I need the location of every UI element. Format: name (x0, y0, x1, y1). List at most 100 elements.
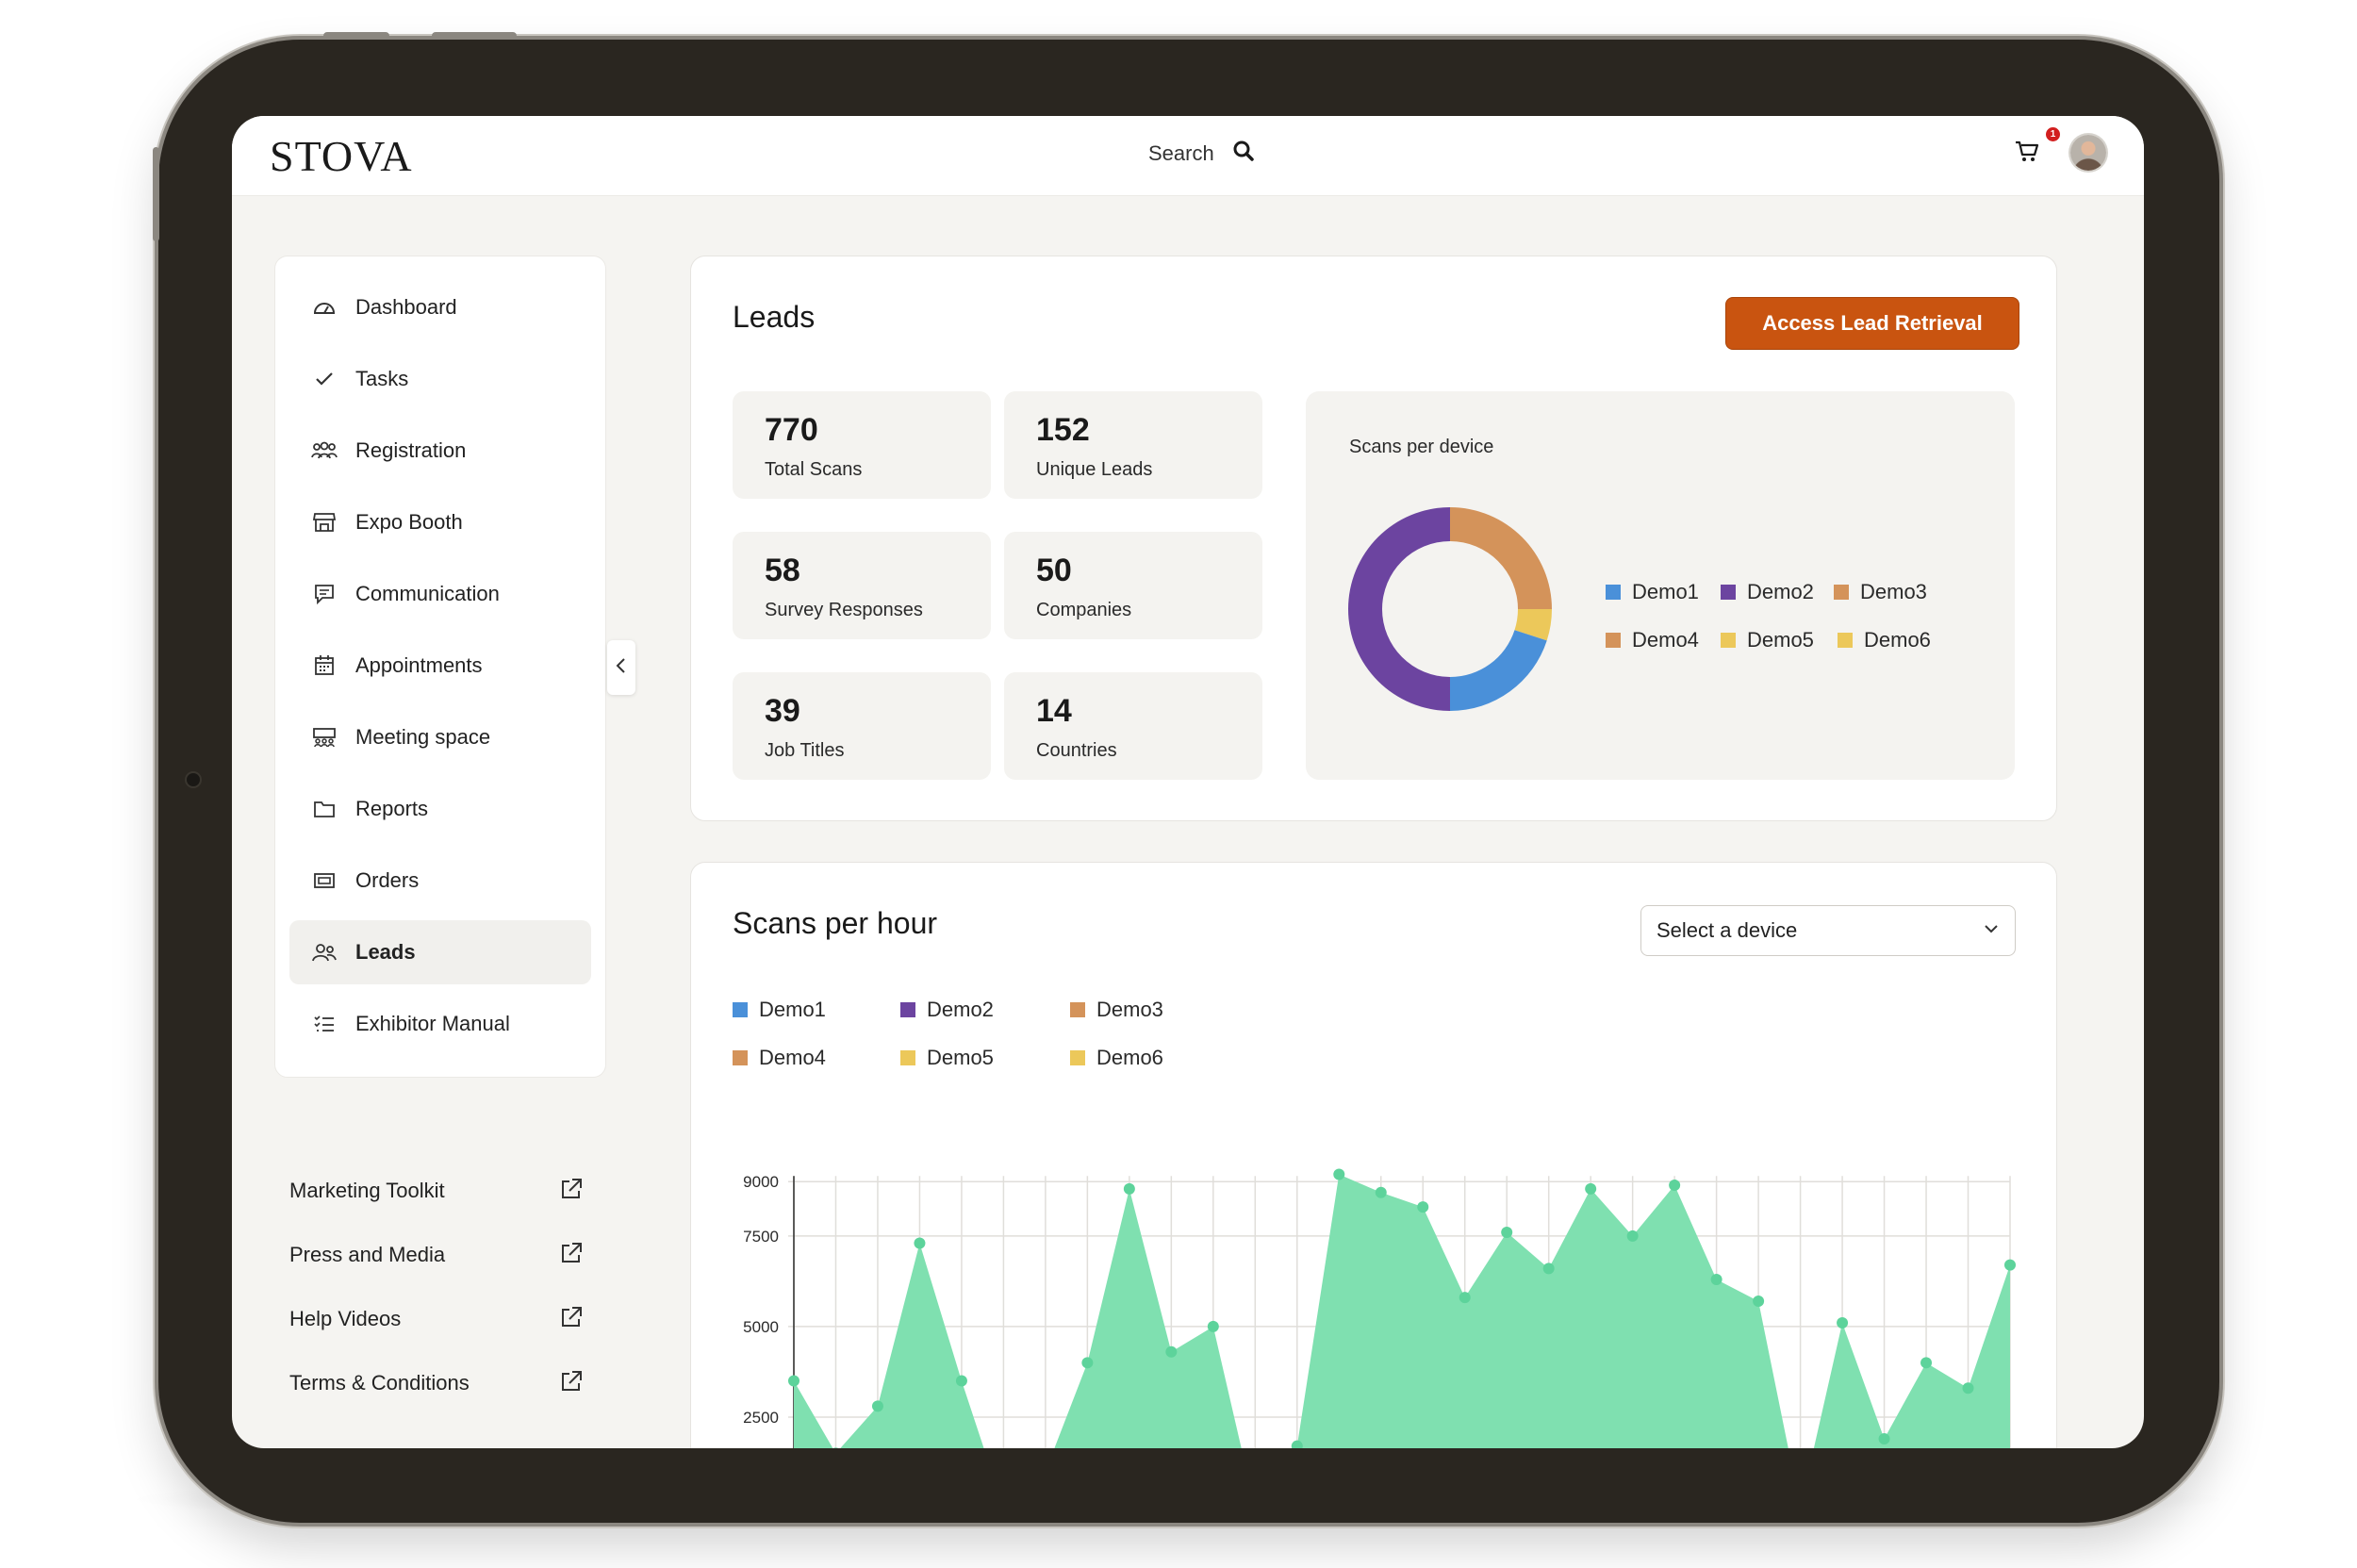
legend-swatch (1721, 633, 1736, 648)
data-point (2004, 1259, 2016, 1271)
legend-label: Demo3 (1860, 580, 1927, 603)
stat-value: 58 (765, 553, 800, 588)
sidebar-item-exhibitor-manual[interactable]: Exhibitor Manual (289, 992, 591, 1056)
legend-item: Demo1 (1606, 580, 1699, 604)
folder-icon (310, 795, 338, 823)
stat-label: Companies (1036, 600, 1132, 620)
area-fill (794, 1174, 2010, 1448)
link-label: Marketing Toolkit (289, 1179, 445, 1202)
search[interactable]: Search (1148, 140, 1254, 166)
stat-value: 50 (1036, 553, 1072, 588)
external-link-icon (559, 1177, 584, 1206)
stat-job-titles: 39 Job Titles (733, 672, 991, 780)
sidebar-item-tasks[interactable]: Tasks (289, 347, 591, 411)
link-press-and-media[interactable]: Press and Media (289, 1236, 584, 1274)
legend-label: Demo6 (1864, 628, 1931, 652)
data-point (1920, 1357, 1933, 1369)
stat-value: 152 (1036, 412, 1090, 448)
cart-badge: 1 (2046, 127, 2060, 141)
sidebar-item-expo-booth[interactable]: Expo Booth (289, 490, 591, 554)
donut-title: Scans per device (1349, 437, 1494, 457)
data-point (1710, 1273, 1722, 1285)
sidebar-item-label: Appointments (355, 653, 483, 677)
external-link-icon (559, 1305, 584, 1334)
front-camera (187, 773, 200, 786)
sidebar-item-appointments[interactable]: Appointments (289, 634, 591, 698)
stat-companies: 50 Companies (1004, 532, 1262, 639)
sidebar-item-label: Communication (355, 582, 500, 605)
sidebar-item-registration[interactable]: Registration (289, 419, 591, 483)
checklist-icon (310, 1010, 338, 1038)
access-lead-retrieval-button[interactable]: Access Lead Retrieval (1725, 297, 2019, 350)
search-icon[interactable] (1233, 140, 1254, 166)
legend-swatch (1721, 585, 1736, 600)
sidebar-item-dashboard[interactable]: Dashboard (289, 275, 591, 339)
legend-label: Demo1 (1632, 580, 1699, 603)
data-point (1081, 1357, 1094, 1369)
data-point (955, 1375, 967, 1387)
data-point (1501, 1227, 1513, 1238)
app-screen: STOVA Search 1 Dashboard Tasks Registrat… (232, 116, 2144, 1448)
stat-label: Unique Leads (1036, 459, 1153, 480)
chat-icon (310, 580, 338, 608)
search-label[interactable]: Search (1148, 141, 1214, 166)
data-point (1417, 1201, 1429, 1213)
link-marketing-toolkit[interactable]: Marketing Toolkit (289, 1172, 584, 1210)
data-point (1207, 1320, 1219, 1332)
scans-per-hour-chart: 2500 5000 7500 9000 (743, 1168, 2016, 1448)
sidebar: Dashboard Tasks Registration Expo Booth … (274, 256, 606, 1078)
link-label: Help Videos (289, 1307, 402, 1330)
avatar[interactable] (2070, 135, 2106, 171)
y-tick-label: 7500 (743, 1228, 779, 1246)
stat-value: 14 (1036, 693, 1072, 729)
data-point (1669, 1180, 1681, 1192)
data-point (1333, 1168, 1345, 1180)
donut-slice-demo2 (1348, 507, 1450, 711)
link-label: Terms & Conditions (289, 1371, 470, 1395)
data-point (914, 1237, 926, 1249)
sidebar-item-orders[interactable]: Orders (289, 849, 591, 913)
data-point (1542, 1263, 1555, 1275)
sidebar-item-leads[interactable]: Leads (289, 920, 591, 984)
sidebar-item-label: Exhibitor Manual (355, 1012, 510, 1035)
link-help-videos[interactable]: Help Videos (289, 1300, 584, 1338)
cart-icon[interactable] (2014, 139, 2040, 170)
stat-unique-leads: 152 Unique Leads (1004, 391, 1262, 499)
sidebar-item-label: Leads (355, 940, 416, 964)
data-point (871, 1400, 883, 1412)
y-tick-label: 5000 (743, 1318, 779, 1336)
sidebar-item-meeting-space[interactable]: Meeting space (289, 705, 591, 769)
volume-button (432, 32, 517, 40)
data-point (1753, 1296, 1765, 1307)
legend-label: Demo4 (1632, 628, 1699, 652)
legend-item: Demo6 (1838, 628, 1931, 652)
stat-survey-responses: 58 Survey Responses (733, 532, 991, 639)
check-icon (310, 365, 338, 393)
chevron-left-icon (615, 656, 628, 680)
sidebar-item-label: Meeting space (355, 725, 491, 749)
link-terms-and-conditions[interactable]: Terms & Conditions (289, 1364, 584, 1402)
stat-label: Countries (1036, 740, 1117, 761)
sidebar-item-label: Reports (355, 797, 429, 820)
ticket-icon (310, 867, 338, 895)
legend-item: Demo2 (1721, 580, 1814, 604)
stat-label: Survey Responses (765, 600, 923, 620)
external-link-icon (559, 1241, 584, 1270)
stat-label: Total Scans (765, 459, 863, 480)
stova-logo[interactable]: STOVA (270, 131, 413, 181)
sidebar-item-reports[interactable]: Reports (289, 777, 591, 841)
legend-item: Demo5 (1721, 628, 1814, 652)
legend-swatch (1838, 633, 1853, 648)
legend-label: Demo2 (1747, 580, 1814, 603)
donut-slice-demo1 (1450, 630, 1547, 711)
users-icon (310, 938, 338, 966)
data-point (1962, 1382, 1974, 1395)
side-button (153, 147, 159, 241)
collapse-sidebar-button[interactable] (607, 640, 635, 695)
y-tick-label: 9000 (743, 1173, 779, 1191)
legend-swatch (1606, 585, 1621, 600)
leads-card: Leads Access Lead Retrieval 770 Total Sc… (690, 256, 2057, 821)
sidebar-item-communication[interactable]: Communication (289, 562, 591, 626)
data-point (1626, 1230, 1639, 1242)
donut-slice-demo3 (1450, 507, 1552, 609)
